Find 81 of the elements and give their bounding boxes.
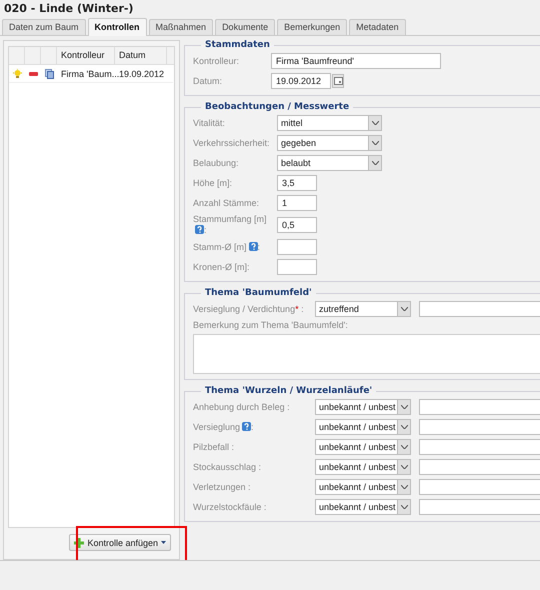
field-label: Kontrolleur: — [193, 56, 240, 66]
date-field[interactable]: 19.09.2012 — [271, 73, 331, 89]
column-header[interactable]: Datum — [115, 47, 167, 64]
number-field[interactable]: 3,5 — [277, 175, 317, 191]
plus-icon — [74, 538, 84, 548]
field-label: Datum: — [193, 76, 222, 86]
field-label: Wurzelstockfäule : — [193, 502, 266, 512]
add-control-button[interactable]: Kontrolle anfügen — [69, 534, 171, 551]
help-icon[interactable] — [242, 422, 252, 430]
field-label: Versieglung / Verdichtung — [193, 304, 296, 314]
field-label: Pilzbefall : — [193, 442, 234, 452]
calendar-button[interactable] — [332, 74, 344, 88]
field-label: Stockausschlag : — [193, 462, 262, 472]
note-field[interactable] — [419, 399, 540, 415]
number-field[interactable] — [277, 239, 317, 255]
comment-field[interactable] — [193, 334, 540, 374]
select-field[interactable]: belaubt — [277, 155, 382, 171]
page-title: 020 - Linde (Winter-) — [3, 1, 134, 17]
number-field[interactable]: 0,5 — [277, 217, 317, 233]
required-mark: * — [295, 304, 299, 314]
caret-icon — [400, 505, 408, 509]
caret-icon — [400, 405, 408, 409]
note-field[interactable] — [419, 439, 540, 455]
select-field[interactable]: unbekannt / unbest — [315, 439, 411, 455]
select-field[interactable]: mittel — [277, 115, 382, 131]
number-field[interactable] — [277, 259, 317, 275]
note-field[interactable] — [419, 459, 540, 475]
field-label: Versieglung — [193, 422, 240, 432]
caret-icon — [161, 541, 166, 544]
tab[interactable]: Daten zum Baum — [2, 19, 86, 35]
field-label: Verletzungen : — [193, 482, 251, 492]
select-field[interactable]: gegeben — [277, 135, 382, 151]
section-title: Beobachtungen / Messwerte — [204, 102, 350, 112]
field-label: Höhe [m]: — [193, 178, 232, 188]
select-field[interactable]: unbekannt / unbest — [315, 399, 411, 415]
label-colon: : — [300, 304, 304, 314]
note-field[interactable] — [419, 419, 540, 435]
field-label: Vitalität: — [193, 118, 225, 128]
field-label: Stamm-Ø [m] — [193, 242, 246, 252]
label-colon: : — [258, 242, 260, 252]
select-field[interactable]: unbekannt / unbest — [315, 479, 411, 495]
caret-icon — [400, 307, 408, 311]
tab[interactable]: Metadaten — [349, 19, 406, 35]
caret-icon — [400, 425, 408, 429]
text-field[interactable]: Firma 'Baumfreund' — [271, 53, 441, 69]
column-header[interactable]: Kontrolleur — [57, 47, 115, 64]
tab[interactable]: Kontrollen — [88, 18, 147, 36]
section-title: Thema 'Wurzeln / Wurzelanläufe' — [204, 386, 374, 396]
select-field[interactable]: zutreffend — [315, 301, 411, 317]
caret-icon — [372, 121, 378, 125]
field-label: Kronen-Ø [m]: — [193, 262, 250, 272]
label-colon: : — [251, 422, 254, 432]
minus-icon[interactable] — [28, 72, 38, 76]
number-field[interactable]: 1 — [277, 195, 317, 211]
caret-icon — [372, 161, 378, 165]
field-label: Bemerkung zum Thema 'Baumumfeld': — [193, 320, 349, 330]
field-label: Stammumfang [m] — [193, 214, 267, 224]
note-field[interactable] — [419, 301, 540, 317]
select-field[interactable]: unbekannt / unbest — [315, 499, 411, 515]
caret-icon — [372, 141, 378, 145]
tab[interactable]: Dokumente — [215, 19, 276, 35]
select-field[interactable]: unbekannt / unbest — [315, 419, 411, 435]
caret-icon — [400, 485, 408, 489]
field-label: Verkehrssicherheit: — [193, 138, 270, 148]
tab[interactable]: Maßnahmen — [148, 19, 214, 35]
field-label: Anzahl Stämme: — [193, 198, 260, 208]
caret-icon — [400, 445, 408, 449]
caret-icon — [400, 465, 408, 469]
help-icon[interactable] — [248, 242, 258, 250]
help-icon[interactable] — [195, 225, 204, 234]
note-field[interactable] — [419, 499, 540, 515]
section-title: Thema 'Baumumfeld' — [204, 288, 313, 298]
label-colon: : — [204, 225, 207, 235]
field-label: Anhebung durch Beleg : — [193, 402, 290, 412]
field-label: Belaubung: — [193, 158, 239, 168]
section-title: Stammdaten — [204, 40, 271, 50]
lightbulb-icon[interactable] — [12, 68, 22, 78]
tab[interactable]: Bemerkungen — [277, 19, 348, 35]
note-field[interactable] — [419, 479, 540, 495]
copy-icon[interactable] — [44, 68, 54, 78]
select-field[interactable]: unbekannt / unbest — [315, 459, 411, 475]
